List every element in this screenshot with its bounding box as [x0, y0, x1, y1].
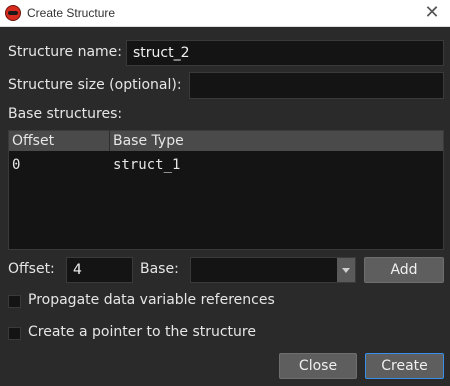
base-type-dropdown[interactable] — [190, 257, 356, 283]
table-header: Offset Base Type — [9, 131, 443, 151]
structure-name-input[interactable]: struct_2 — [126, 40, 444, 66]
offset-input[interactable]: 4 — [66, 257, 133, 283]
close-button[interactable]: Close — [279, 353, 357, 379]
structure-size-input[interactable] — [189, 72, 444, 99]
create-pointer-label: Create a pointer to the structure — [28, 324, 256, 340]
propagate-references-checkbox[interactable] — [8, 295, 21, 308]
base-structures-table[interactable]: Offset Base Type 0 struct_1 — [8, 130, 444, 250]
column-header-offset[interactable]: Offset — [9, 131, 110, 151]
chevron-down-icon[interactable] — [337, 258, 355, 282]
cell-offset: 0 — [12, 157, 21, 173]
close-window-icon[interactable]: ✕ — [422, 3, 442, 23]
structure-name-value: struct_2 — [133, 45, 190, 61]
table-row[interactable]: 0 struct_1 — [9, 155, 443, 175]
window-title: Create Structure — [27, 6, 116, 20]
base-label: Base: — [140, 261, 179, 277]
add-button[interactable]: Add — [364, 257, 444, 283]
base-structures-label: Base structures: — [8, 106, 123, 122]
offset-value: 4 — [73, 262, 82, 278]
create-button[interactable]: Create — [365, 353, 444, 379]
create-pointer-checkbox[interactable] — [8, 327, 21, 340]
app-logo-icon — [5, 5, 21, 21]
column-header-base-type[interactable]: Base Type — [110, 131, 443, 151]
structure-name-label: Structure name: — [8, 44, 122, 60]
title-bar: Create Structure ✕ — [0, 0, 450, 27]
structure-size-label: Structure size (optional): — [8, 77, 182, 93]
offset-label: Offset: — [8, 261, 55, 277]
propagate-references-label: Propagate data variable references — [28, 292, 275, 308]
cell-base-type: struct_1 — [113, 157, 181, 173]
